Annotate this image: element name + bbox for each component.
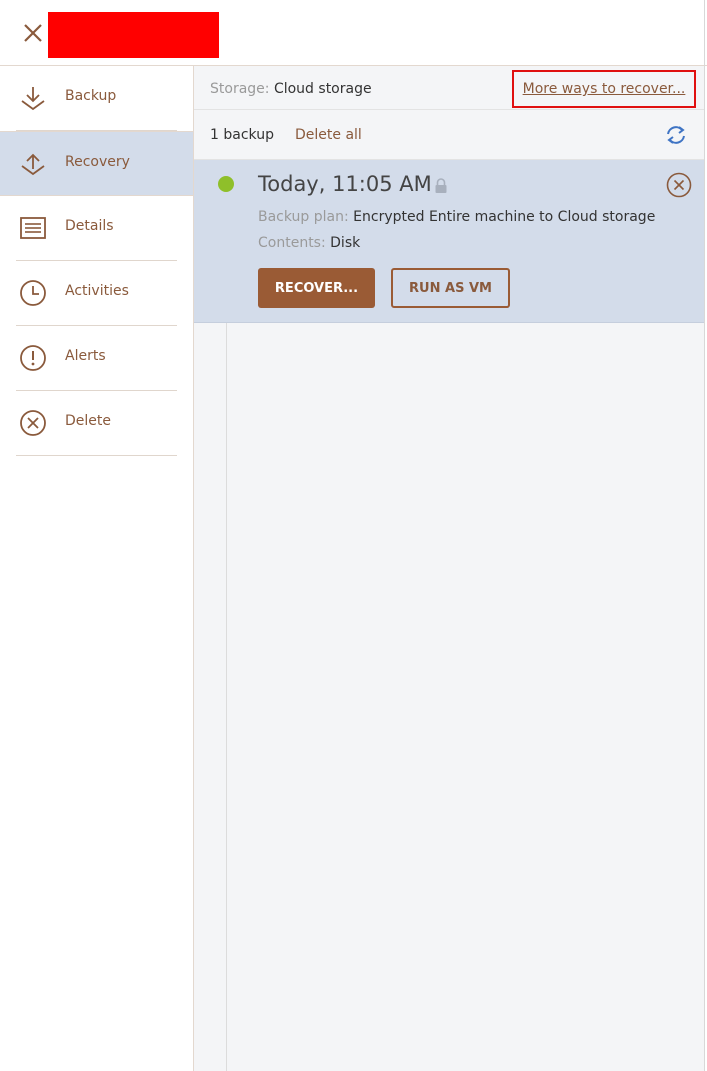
sidebar-item-label: Backup [65,88,117,104]
storage-row: Storage: Cloud storage More ways to reco… [194,66,704,110]
more-ways-to-recover-text: More ways to recover... [522,81,686,97]
sidebar-item-recovery[interactable]: Recovery [0,131,193,196]
top-bar [0,0,707,66]
sidebar-item-activities[interactable]: Activities [0,261,193,326]
backup-contents: Contents: Disk [258,235,360,251]
backup-plan: Backup plan: Encrypted Entire machine to… [258,209,655,225]
sidebar-item-backup[interactable]: Backup [0,66,193,131]
lock-icon [435,178,447,193]
backup-count-row: 1 backup Delete all [194,110,704,160]
sidebar-item-label: Alerts [65,348,106,364]
sidebar-item-alerts[interactable]: Alerts [0,326,193,391]
sidebar-item-label: Details [65,218,114,234]
sidebar-item-label: Recovery [65,154,130,170]
delete-all-link[interactable]: Delete all [295,127,362,143]
backup-contents-label: Contents: [258,235,326,251]
storage-value: Cloud storage [273,81,372,97]
details-list-icon [20,217,46,239]
delete-circle-x-icon [20,410,46,436]
sidebar-item-label: Delete [65,413,111,429]
backup-time: Today, 11:05 AM [258,172,432,196]
close-circle-icon[interactable] [666,172,692,198]
sidebar-item-delete[interactable]: Delete [0,391,193,456]
sidebar-item-label: Activities [65,283,129,299]
sidebar-item-details[interactable]: Details [0,196,193,261]
clock-icon [20,280,46,306]
backup-entry[interactable]: Today, 11:05 AM Backup plan: Encrypted E… [194,160,704,323]
recovery-upload-icon [21,153,45,176]
status-dot [218,176,234,192]
backup-count: 1 backup [210,127,274,143]
alert-exclamation-icon [20,345,46,371]
close-icon[interactable] [20,20,46,46]
redacted-title [48,12,219,58]
backup-contents-value: Disk [330,235,361,251]
more-ways-to-recover-link[interactable]: More ways to recover... [512,70,696,108]
refresh-icon[interactable] [665,124,687,146]
recover-button[interactable]: RECOVER... [258,268,375,308]
storage-label-text: Storage: [210,81,270,97]
main-panel: Storage: Cloud storage More ways to reco… [194,66,704,1071]
sidebar: Backup Recovery Details Activities Alert… [0,66,194,1071]
run-as-vm-button[interactable]: RUN AS VM [391,268,510,308]
window-edge [704,0,705,1071]
backup-plan-value: Encrypted Entire machine to Cloud storag… [353,209,656,225]
backup-plan-label: Backup plan: [258,209,349,225]
storage-label: Storage: Cloud storage [210,81,372,97]
backup-download-icon [21,87,45,111]
